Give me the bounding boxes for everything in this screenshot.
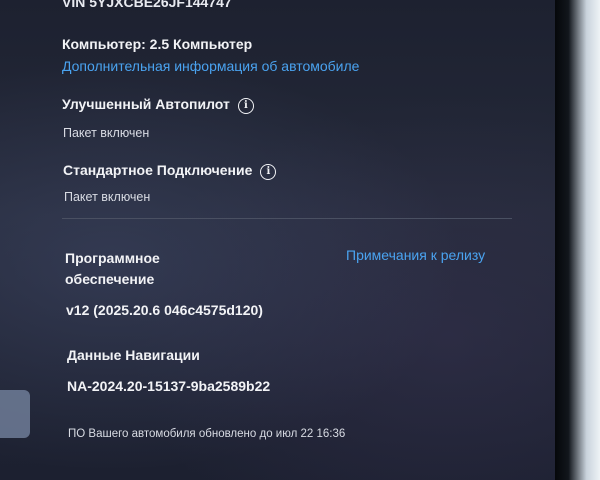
autopilot-package-status: Пакет включен	[63, 126, 150, 140]
photo-of-screen: VIN 5YJXCBE26JF144747 Компьютер: 2.5 Ком…	[0, 0, 600, 480]
release-notes-link[interactable]: Примечания к релизу	[346, 247, 485, 263]
screen-bezel	[555, 0, 600, 480]
autopilot-package-row: Улучшенный Автопилот i	[62, 96, 254, 114]
navigation-data-title: Данные Навигации	[67, 347, 200, 363]
autopilot-package-title: Улучшенный Автопилот	[62, 96, 230, 112]
connectivity-package-title: Стандартное Подключение	[63, 162, 253, 178]
vin-label: VIN 5YJXCBE26JF144747	[62, 0, 232, 10]
navigation-data-version: NA-2024.20-15137-9ba2589b22	[67, 378, 271, 394]
info-icon[interactable]: i	[237, 98, 254, 114]
section-divider	[62, 218, 512, 219]
software-updated-note: ПО Вашего автомобиля обновлено до июл 22…	[68, 428, 346, 440]
software-version: v12 (2025.20.6 046c4575d120)	[66, 302, 263, 318]
software-info-screen: VIN 5YJXCBE26JF144747 Компьютер: 2.5 Ком…	[0, 0, 560, 480]
info-icon[interactable]: i	[260, 164, 277, 180]
computer-label: Компьютер: 2.5 Компьютер	[62, 36, 253, 52]
software-title: Программное обеспечение	[65, 250, 160, 287]
connectivity-package-row: Стандартное Подключение i	[63, 162, 277, 180]
more-vehicle-info-link[interactable]: Дополнительная информация об автомобиле	[62, 58, 359, 74]
connectivity-package-status: Пакет включен	[64, 190, 151, 204]
side-panel-tab[interactable]	[0, 390, 30, 438]
